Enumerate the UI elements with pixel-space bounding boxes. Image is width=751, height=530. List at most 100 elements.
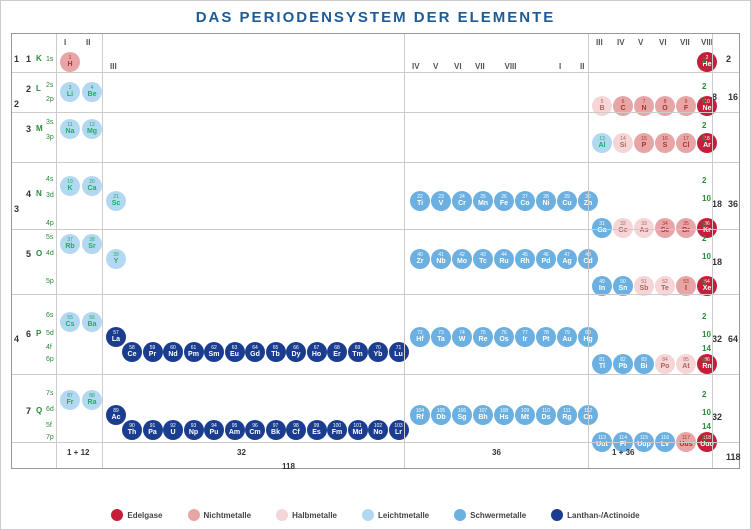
period-big-2: 2 <box>14 99 19 109</box>
count-15: 2 <box>702 390 706 399</box>
element-At: 85At <box>676 354 696 374</box>
element-Th: 90Th <box>122 420 142 440</box>
element-Ag: 47Ag <box>557 249 577 269</box>
element-Tm: 69Tm <box>348 342 368 362</box>
count-14: 6 <box>702 356 706 365</box>
periodic-table-chart: 1H2He3Li4Be5B6C7N8O9F10Ne11Na12Mg13Al14S… <box>11 33 740 469</box>
element-Rg: 111Rg <box>557 405 577 425</box>
orbital-5f: 5f <box>46 422 52 429</box>
element-F: 9F <box>676 96 696 116</box>
element-Tc: 43Tc <box>473 249 493 269</box>
element-Lr: 103Lr <box>389 420 409 440</box>
element-I: 53I <box>676 276 696 296</box>
legend-light: Leichtmetalle <box>362 509 429 521</box>
element-P: 15P <box>634 133 654 153</box>
sub-group-6: I <box>559 62 561 71</box>
element-Cs: 55Cs <box>60 312 80 332</box>
sum-p7: 32 <box>712 334 722 344</box>
sub-group-3: VI <box>454 62 462 71</box>
orbital-4s: 4s <box>46 176 53 183</box>
period-1: 1 <box>26 54 31 64</box>
count-6: 10 <box>702 194 711 203</box>
orbital-5p: 5p <box>46 278 54 285</box>
element-S: 16S <box>655 133 675 153</box>
element-La: 57La <box>106 327 126 347</box>
element-Yb: 70Yb <box>368 342 388 362</box>
element-Sn: 50Sn <box>613 276 633 296</box>
element-Br: 35Br <box>676 218 696 238</box>
sum-p3: 16 <box>728 92 738 102</box>
page-title: DAS PERIODENSYSTEM DER ELEMENTE <box>1 1 750 34</box>
element-Tl: 81Tl <box>592 354 612 374</box>
period-big-3: 3 <box>14 204 19 214</box>
element-Rn: 86Rn <box>697 354 717 374</box>
sum-p1: 2 <box>726 54 731 64</box>
period-4: 4 <box>26 189 31 199</box>
element-Hf: 72Hf <box>410 327 430 347</box>
shell-Q: Q <box>36 406 42 415</box>
element-Bk: 97Bk <box>266 420 286 440</box>
element-Ra: 88Ra <box>82 390 102 410</box>
count-3: 2 <box>702 121 706 130</box>
block-sum-d: 36 <box>492 448 501 457</box>
element-W: 74W <box>452 327 472 347</box>
main-group-IV: IV <box>617 38 625 47</box>
orbital-7p: 7p <box>46 434 54 441</box>
element-Sc: 21Sc <box>106 191 126 211</box>
element-Li: 3Li <box>60 82 80 102</box>
orbital-2p: 2p <box>46 96 54 103</box>
count-2: 6 <box>702 96 706 105</box>
count-17: 10 <box>702 408 711 417</box>
count-13: 10 <box>702 330 711 339</box>
sum-p6: 18 <box>712 257 722 267</box>
element-Pa: 91Pa <box>143 420 163 440</box>
element-Os: 76Os <box>494 327 514 347</box>
element-Ru: 44Ru <box>494 249 514 269</box>
element-H: 1H <box>60 52 80 72</box>
count-0: 2 <box>702 56 706 65</box>
orbital-4p: 4p <box>46 220 54 227</box>
count-12: 14 <box>702 344 711 353</box>
element-Ni: 28Ni <box>536 191 556 211</box>
count-11: 2 <box>702 312 706 321</box>
element-Cm: 96Cm <box>245 420 265 440</box>
shell-M: M <box>36 124 43 133</box>
count-7: 6 <box>702 220 706 229</box>
sum-total: 118 <box>726 452 741 462</box>
element-Sb: 51Sb <box>634 276 654 296</box>
sub-group-7: II <box>580 62 584 71</box>
period-5: 5 <box>26 249 31 259</box>
element-Si: 14Si <box>613 133 633 153</box>
element-Sg: 106Sg <box>452 405 472 425</box>
element-Ir: 77Ir <box>515 327 535 347</box>
block-sum-p: 1 + 36 <box>612 448 634 457</box>
element-Rh: 45Rh <box>515 249 535 269</box>
shell-N: N <box>36 189 42 198</box>
element-Ar: 18Ar <box>697 133 717 153</box>
element-Ca: 20Ca <box>82 176 102 196</box>
element-Mg: 12Mg <box>82 119 102 139</box>
legend-noble: Edelgase <box>111 509 162 521</box>
element-Pu: 94Pu <box>204 420 224 440</box>
element-Mt: 109Mt <box>515 405 535 425</box>
orbital-1s: 1s <box>46 56 53 63</box>
element-Na: 11Na <box>60 119 80 139</box>
element-Eu: 63Eu <box>225 342 245 362</box>
element-O: 8O <box>655 96 675 116</box>
shell-L: L <box>36 84 41 93</box>
period-2: 2 <box>26 84 31 94</box>
sub-group-4: VII <box>475 62 485 71</box>
element-No: 102No <box>368 420 388 440</box>
element-Xe: 54Xe <box>697 276 717 296</box>
element-B: 5B <box>592 96 612 116</box>
element-Md: 101Md <box>348 420 368 440</box>
element-Cu: 29Cu <box>557 191 577 211</box>
element-Nb: 41Nb <box>431 249 451 269</box>
element-Cf: 98Cf <box>286 420 306 440</box>
sub-group-0: III <box>110 62 117 71</box>
element-Ho: 67Ho <box>307 342 327 362</box>
count-9: 10 <box>702 252 711 261</box>
sub-group-5: VIII <box>505 62 517 71</box>
element-Gd: 64Gd <box>245 342 265 362</box>
orbital-4f: 4f <box>46 344 52 351</box>
